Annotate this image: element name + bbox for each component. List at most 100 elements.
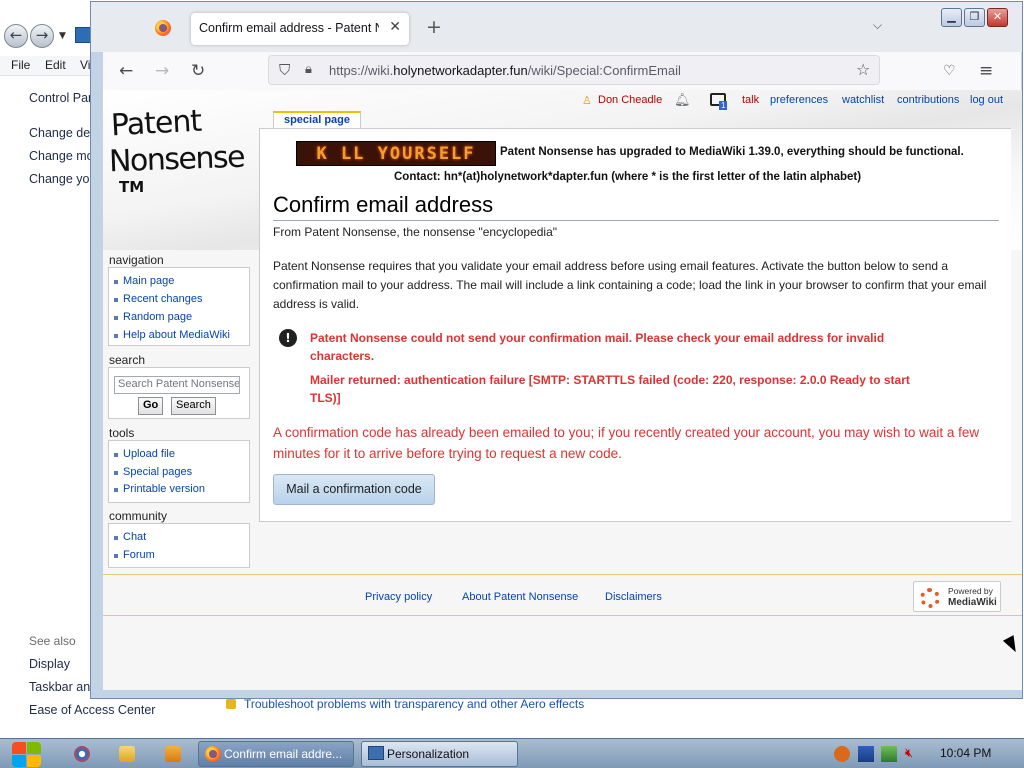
menu-view[interactable]: Vi — [80, 58, 90, 72]
url-path: /wiki/Special:ConfirmEmail — [527, 63, 681, 78]
page-subtitle: From Patent Nonsense, the nonsense "ency… — [273, 225, 558, 239]
internet-explorer-icon[interactable] — [74, 746, 90, 762]
back-arrow-icon[interactable]: ← — [4, 24, 28, 48]
nav-recent-changes[interactable]: Recent changes — [114, 293, 203, 305]
taskbar-clock[interactable]: 10:04 PM — [940, 746, 991, 760]
see-also-ease-of-access[interactable]: Ease of Access Center — [29, 703, 155, 717]
taskbar-personalization-label: Personalization — [387, 747, 470, 761]
tools-portlet: Upload file Special pages Printable vers… — [108, 440, 250, 503]
back-icon[interactable]: ← — [119, 61, 133, 81]
nav-random-page[interactable]: Random page — [113, 311, 192, 323]
search-portlet: Search Patent Nonsense Go Search — [108, 367, 250, 419]
user-link[interactable]: Don Cheadle — [598, 94, 662, 106]
see-also-display[interactable]: Display — [29, 657, 70, 671]
shield-icon[interactable]: ⛉ — [279, 61, 290, 79]
menu-hamburger-icon[interactable]: ≡ — [979, 61, 993, 81]
already-sent-message: A confirmation code has already been ema… — [273, 425, 980, 461]
go-button[interactable]: Go — [138, 397, 164, 415]
url-text[interactable]: https://wiki.holynetworkadapter.fun/wiki… — [329, 63, 681, 78]
user-icon: ♙ — [582, 95, 592, 107]
cp-breadcrumb[interactable]: Control Par — [29, 91, 92, 105]
content-area: K LL YOURSELF Patent Nonsense has upgrad… — [259, 128, 1011, 522]
footer: Privacy policy About Patent Nonsense Dis… — [103, 574, 1022, 616]
tray-volume-muted-icon[interactable]: 🔇︎ — [905, 746, 921, 762]
list-tabs-chevron-icon[interactable]: ⌵ — [873, 18, 882, 33]
firefox-icon[interactable] — [155, 20, 171, 36]
taskbar: Confirm email addre... Personalization 🔇… — [0, 738, 1024, 768]
talk-link[interactable]: talk — [742, 94, 759, 106]
tools-heading: tools — [109, 426, 135, 440]
file-explorer-icon[interactable] — [119, 746, 135, 762]
tray-network-icon[interactable] — [881, 746, 897, 762]
control-panel-icon — [75, 27, 91, 43]
tray-flag-icon[interactable] — [858, 746, 874, 762]
nav-help[interactable]: Help about MediaWiki — [114, 329, 230, 341]
contributions-link[interactable]: contributions — [897, 94, 959, 106]
search-input[interactable]: Search Patent Nonsense — [114, 376, 240, 394]
see-also-heading: See also — [29, 634, 76, 648]
nav-main-page[interactable]: Main page — [113, 275, 174, 287]
powered-by-mediawiki-badge[interactable]: Powered by MediaWiki — [913, 581, 1001, 612]
search-heading: search — [109, 353, 146, 367]
preferences-link[interactable]: preferences — [770, 94, 828, 106]
taskbar-firefox[interactable]: Confirm email addre... — [198, 741, 354, 767]
url-bar[interactable]: ⛉ 🔒︎ https://wiki.holynetworkadapter.fun… — [268, 55, 880, 85]
site-banner: K LL YOURSELF — [296, 141, 496, 166]
tray-avast-icon[interactable] — [834, 746, 850, 762]
nav-toolbar: ← → ↻ ⛉ 🔒︎ https://wiki.holynetworkadapt… — [103, 52, 1021, 90]
search-button[interactable]: Search — [171, 397, 216, 415]
special-page-tab[interactable]: special page — [273, 111, 361, 129]
menu-edit[interactable]: Edit — [45, 58, 66, 72]
reload-icon[interactable]: ↻ — [191, 61, 205, 81]
community-chat[interactable]: Chat — [113, 531, 146, 543]
tab-confirm-email[interactable]: Confirm email address - Patent Nonsense … — [191, 13, 409, 45]
navigation-heading: navigation — [109, 253, 164, 267]
tools-upload-file[interactable]: Upload file — [114, 448, 175, 460]
maximize-icon[interactable]: ❐ — [964, 8, 985, 27]
tools-printable-version[interactable]: Printable version — [114, 483, 205, 495]
tools-special-pages[interactable]: Special pages — [113, 466, 192, 478]
personalization-icon — [368, 746, 384, 760]
footer-disclaimers-link[interactable]: Disclaimers — [605, 591, 662, 603]
mail-confirmation-button[interactable]: Mail a confirmation code — [273, 474, 435, 505]
menu-file[interactable]: File — [11, 58, 30, 72]
new-tab-icon[interactable]: + — [426, 16, 442, 38]
cp-link-3[interactable]: Change you — [29, 172, 96, 186]
recent-pages-chevron-icon[interactable]: ▼ — [59, 31, 66, 41]
cp-link-1[interactable]: Change des — [29, 126, 96, 140]
footer-privacy-link[interactable]: Privacy policy — [365, 591, 432, 603]
troubleshoot-link[interactable]: Troubleshoot problems with transparency … — [244, 697, 584, 711]
mediawiki-logo-icon — [920, 588, 940, 608]
powered-by-text: Powered by — [948, 586, 993, 596]
taskbar-personalization[interactable]: Personalization — [361, 741, 518, 767]
logout-link[interactable]: log out — [970, 94, 1003, 106]
forward-arrow-icon[interactable]: → — [30, 24, 54, 48]
media-player-icon[interactable] — [165, 746, 181, 762]
close-window-icon[interactable]: ✕ — [987, 8, 1008, 27]
site-notice-contact: Contact: hn*(at)holynetwork*dapter.fun (… — [394, 171, 862, 183]
logo-trademark: TM — [119, 178, 145, 196]
pocket-icon[interactable]: ♡ — [943, 63, 956, 79]
see-also-taskbar[interactable]: Taskbar and — [29, 680, 97, 694]
cp-link-2[interactable]: Change mo — [29, 149, 94, 163]
bookmark-star-icon[interactable]: ☆ — [856, 60, 870, 79]
forward-icon[interactable]: → — [155, 61, 169, 81]
personal-tools: ♙ Don Cheadle 🔔︎ 1 talk preferences watc… — [582, 92, 1006, 110]
wiki-page: Patent Nonsense TM ♙ Don Cheadle 🔔︎ 1 ta… — [103, 90, 1022, 690]
community-portlet: Chat Forum — [108, 523, 250, 568]
tab-title: Confirm email address - Patent Nonsense — [199, 21, 379, 35]
site-notice-upgrade: Patent Nonsense has upgraded to MediaWik… — [500, 146, 964, 158]
mailer-error-message: Mailer returned: authentication failure … — [310, 373, 910, 405]
site-logo[interactable]: Patent Nonsense TM — [108, 104, 249, 206]
cp-menubar: File Edit Vi — [0, 56, 92, 76]
notifications-bell-icon[interactable]: 🔔︎ — [674, 92, 691, 108]
community-heading: community — [109, 509, 168, 523]
watchlist-link[interactable]: watchlist — [842, 94, 884, 106]
lock-icon[interactable]: 🔒︎ — [305, 62, 312, 77]
minimize-icon[interactable]: ▁ — [941, 8, 962, 27]
tab-close-icon[interactable]: ✕ — [389, 19, 401, 35]
footer-about-link[interactable]: About Patent Nonsense — [462, 591, 578, 603]
community-forum[interactable]: Forum — [114, 549, 155, 561]
taskbar-firefox-label: Confirm email addre... — [224, 747, 343, 761]
start-button-windows-icon[interactable] — [10, 740, 44, 768]
